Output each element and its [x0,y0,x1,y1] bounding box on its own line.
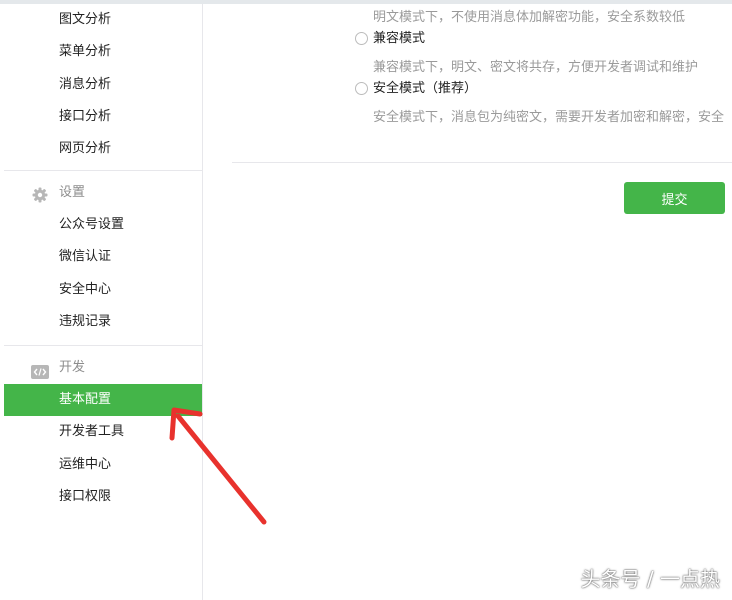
sidebar-item-webpage-analysis[interactable]: 网页分析 [4,133,202,165]
sidebar-section-settings: 设置 [4,178,202,208]
sidebar-section-title: 设置 [59,185,86,200]
compat-mode-description: 兼容模式下，明文、密文将共存，方便开发者调试和维护 [373,60,699,75]
secure-mode-radio[interactable] [355,82,368,95]
main-content: 明文模式下，不使用消息体加解密功能，安全系数较低 兼容模式 兼容模式下，明文、密… [203,4,732,600]
content-divider [232,162,732,163]
sidebar-item-menu-analysis[interactable]: 菜单分析 [4,36,202,68]
sidebar-item-account-settings[interactable]: 公众号设置 [4,209,202,241]
gear-icon [32,185,48,203]
sidebar-item-security-center[interactable]: 安全中心 [4,274,202,306]
watermark: 头条号 / 一点热 [580,567,720,591]
code-icon [31,361,49,379]
sidebar-item-wechat-verification[interactable]: 微信认证 [4,241,202,273]
compat-mode-label: 兼容模式 [373,31,426,46]
sidebar-item-violation-records[interactable]: 违规记录 [4,306,202,338]
secure-mode-label: 安全模式（推荐） [373,81,478,96]
sidebar-item-message-analysis[interactable]: 消息分析 [4,69,202,101]
sidebar-item-api-analysis[interactable]: 接口分析 [4,101,202,133]
sidebar-divider [4,170,202,171]
secure-mode-description: 安全模式下，消息包为纯密文，需要开发者加密和解密，安全 [373,110,725,125]
compat-mode-radio[interactable] [355,32,368,45]
red-annotation-arrow-icon [169,407,267,525]
sidebar-item-article-analysis[interactable]: 图文分析 [4,4,202,36]
plaintext-mode-description: 明文模式下，不使用消息体加解密功能，安全系数较低 [373,10,686,25]
submit-button[interactable]: 提交 [624,182,725,214]
sidebar-section-develop: 开发 [4,353,202,383]
sidebar-divider [4,345,202,346]
sidebar-section-title: 开发 [59,360,86,375]
